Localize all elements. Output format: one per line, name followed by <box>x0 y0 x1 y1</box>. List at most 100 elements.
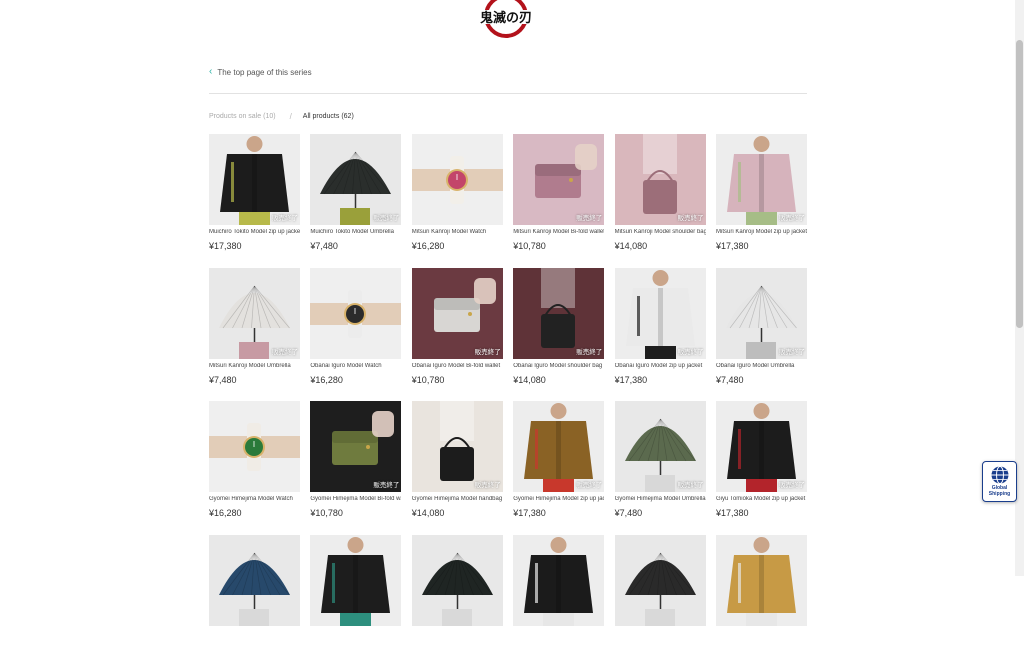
product-image[interactable]: 販売終了 <box>716 401 807 492</box>
product-image[interactable] <box>614 534 706 626</box>
product-price: ¥14,080 <box>614 241 648 251</box>
sold-out-badge: 販売終了 <box>576 348 603 356</box>
product-card[interactable]: 販売終了 Obanai Iguro Model zip up jacket ¥17,… <box>614 267 706 394</box>
product-image[interactable]: 販売終了 <box>716 134 807 225</box>
product-image[interactable]: 販売終了 <box>614 401 706 492</box>
series-top-link[interactable]: ‹ The top page of this series <box>209 66 312 78</box>
product-card[interactable]: 販売終了 Gyomei Himejima Model Bi-fold wallet… <box>310 401 402 527</box>
product-name[interactable]: Obanai Iguro Model zip up jacket <box>615 363 706 369</box>
sold-out-badge: 販売終了 <box>474 482 501 489</box>
product-image[interactable]: 販売終了 <box>310 401 402 492</box>
product-name[interactable]: Gyomei Himejima Model Watch <box>209 496 300 502</box>
sold-out-badge: 販売終了 <box>576 215 603 222</box>
global-shipping-line2: Shipping <box>988 490 1011 497</box>
product-card[interactable]: 販売終了 Gyomei Himejima Model Umbrella ¥7,480 <box>614 401 706 527</box>
product-price: ¥16,280 <box>310 374 343 385</box>
product-price: ¥17,380 <box>209 241 242 251</box>
product-card[interactable]: 販売終了 Mitsuri Kanroji Model zip up jacket ¥… <box>716 134 807 260</box>
product-image[interactable] <box>513 534 605 626</box>
product-card[interactable]: 販売終了 Gyomei Himejima Model handbag ¥14,080 <box>411 401 503 527</box>
scrollbar-thumb[interactable] <box>1016 40 1023 328</box>
sold-out-badge: 販売終了 <box>677 482 704 489</box>
product-name[interactable]: Giyu Tomioka Model zip up jacket <box>716 496 807 502</box>
product-price: ¥14,080 <box>513 374 546 385</box>
series-logo[interactable]: 鬼滅の刃 <box>478 0 534 40</box>
sold-out-badge: 販売終了 <box>779 348 805 356</box>
product-card[interactable]: 販売終了 Muichiro Tokito Model zip up jacket ¥… <box>209 134 300 260</box>
product-name[interactable]: Gyomei Himejima Model handbag <box>412 496 503 502</box>
product-name[interactable]: Mitsuri Kanroji Model Bi-fold wallet <box>513 229 604 235</box>
filter-on-sale-count: (10) <box>263 112 276 120</box>
product-image[interactable]: 販売終了 <box>716 267 807 359</box>
global-shipping-button[interactable]: Global Shipping <box>982 461 1017 502</box>
product-name[interactable]: Mitsuri Kanroji Model Watch <box>412 229 503 235</box>
product-card[interactable]: Gyomei Himejima Model Watch ¥16,280 <box>209 401 300 527</box>
product-image[interactable]: 販売終了 <box>209 134 300 225</box>
product-card[interactable]: 販売終了 Gyomei Himejima Model zip up jacket ¥… <box>513 401 605 527</box>
product-name[interactable]: Mitsuri Kanroji Model Umbrella <box>209 363 300 369</box>
product-card[interactable] <box>513 534 605 661</box>
product-card[interactable]: 販売終了 Obanai Iguro Model shoulder bag ¥14,0… <box>513 267 605 394</box>
product-name[interactable]: Mitsuri Kanroji Model zip up jacket <box>716 229 807 235</box>
globe-icon <box>991 466 1008 484</box>
sold-out-badge: 販売終了 <box>373 215 400 222</box>
product-image[interactable]: 販売終了 <box>614 267 706 359</box>
filter-all-label: All products <box>302 112 340 120</box>
product-image[interactable] <box>310 534 402 626</box>
product-image[interactable] <box>716 534 807 626</box>
product-name[interactable]: Gyomei Himejima Model Umbrella <box>615 496 706 502</box>
product-card[interactable]: Mitsuri Kanroji Model Watch ¥16,280 <box>411 134 503 260</box>
product-image[interactable] <box>310 267 402 359</box>
sold-out-badge: 販売終了 <box>272 348 298 356</box>
product-price: ¥10,780 <box>513 241 546 251</box>
product-card[interactable] <box>614 534 706 661</box>
product-name[interactable]: Obanai Iguro Model shoulder bag <box>513 363 604 369</box>
filter-all-products[interactable]: All products (62) <box>303 113 354 120</box>
product-card[interactable]: 販売終了 Muichiro Tokito Model Umbrella ¥7,480 <box>310 134 402 260</box>
product-image[interactable]: 販売終了 <box>614 134 706 225</box>
product-name[interactable]: Gyomei Himejima Model zip up jacket <box>513 496 604 502</box>
product-name[interactable]: Obanai Iguro Model Umbrella <box>716 363 807 369</box>
product-name[interactable]: Muichiro Tokito Model zip up jacket <box>209 229 300 235</box>
product-card[interactable]: 販売終了 Obanai Iguro Model Bi-fold wallet ¥10… <box>411 267 503 394</box>
product-card[interactable]: Obanai Iguro Model Watch ¥16,280 <box>310 267 402 394</box>
filter-separator: / <box>289 111 292 121</box>
product-name[interactable]: Obanai Iguro Model Bi-fold wallet <box>412 363 503 369</box>
product-price: ¥16,280 <box>411 241 445 251</box>
product-image[interactable]: 販売終了 <box>411 401 503 492</box>
sold-out-badge: 販売終了 <box>677 215 704 222</box>
product-card[interactable] <box>411 534 503 661</box>
product-price: ¥17,380 <box>614 374 648 385</box>
product-price: ¥10,780 <box>310 508 343 518</box>
product-image[interactable] <box>411 134 503 225</box>
product-card[interactable] <box>716 534 807 661</box>
product-image[interactable] <box>411 534 503 626</box>
sold-out-badge: 販売終了 <box>576 482 603 489</box>
product-image[interactable]: 販売終了 <box>513 267 605 359</box>
product-card[interactable]: 販売終了 Giyu Tomioka Model zip up jacket ¥17,… <box>716 401 807 527</box>
product-card[interactable]: 販売終了 Mitsuri Kanroji Model shoulder bag ¥1… <box>614 134 706 260</box>
product-image[interactable]: 販売終了 <box>513 134 605 225</box>
product-image[interactable]: 販売終了 <box>513 401 605 492</box>
product-card[interactable]: 販売終了 Mitsuri Kanroji Model Umbrella ¥7,480 <box>209 267 300 394</box>
product-name[interactable]: Muichiro Tokito Model Umbrella <box>310 229 401 235</box>
filter-on-sale-label: Products on sale <box>209 112 262 120</box>
product-card[interactable]: 販売終了 Mitsuri Kanroji Model Bi-fold wallet… <box>513 134 605 260</box>
product-card[interactable] <box>209 534 300 661</box>
filter-on-sale[interactable]: Products on sale (10) <box>209 113 276 120</box>
product-name[interactable]: Gyomei Himejima Model Bi-fold wallet <box>310 496 401 502</box>
filter-all-count: (62) <box>341 112 354 120</box>
chevron-left-icon: ‹ <box>209 66 213 77</box>
product-image[interactable] <box>209 401 300 492</box>
product-card[interactable]: 販売終了 Obanai Iguro Model Umbrella ¥7,480 <box>716 267 807 394</box>
product-name[interactable]: Obanai Iguro Model Watch <box>310 363 401 369</box>
product-image[interactable]: 販売終了 <box>310 134 402 225</box>
sold-out-badge: 販売終了 <box>373 482 400 489</box>
product-image[interactable]: 販売終了 <box>411 267 503 359</box>
product-filter: Products on sale (10) / All products (62… <box>209 110 354 122</box>
sold-out-badge: 販売終了 <box>779 482 805 489</box>
product-name[interactable]: Mitsuri Kanroji Model shoulder bag <box>615 229 706 235</box>
product-card[interactable] <box>310 534 402 661</box>
product-image[interactable]: 販売終了 <box>209 267 300 359</box>
product-image[interactable] <box>209 534 300 626</box>
